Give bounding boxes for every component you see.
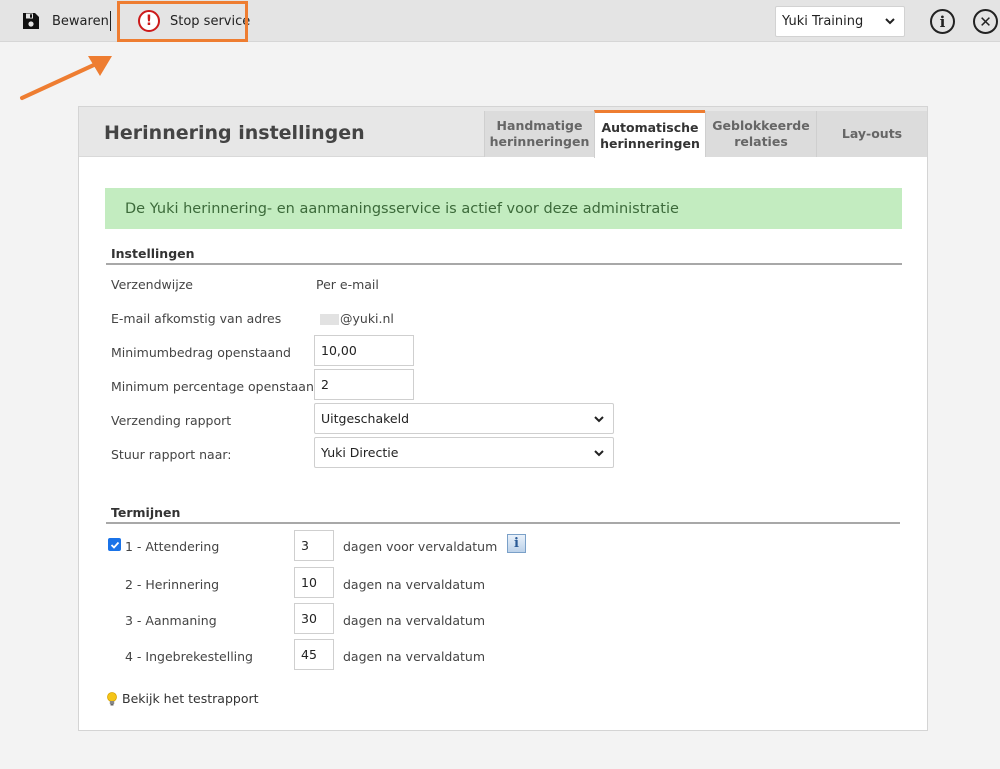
send-report-to-select[interactable]: Yuki Directie xyxy=(314,437,614,468)
masked-text xyxy=(320,314,339,325)
report-sending-select[interactable]: Uitgeschakeld xyxy=(314,403,614,434)
term-3-suffix: dagen na vervaldatum xyxy=(343,613,486,628)
tab-label-line1: Geblokkeerde xyxy=(712,118,810,133)
tab-label-line2: relaties xyxy=(734,134,788,149)
status-banner: De Yuki herinnering- en aanmaningsservic… xyxy=(105,188,902,229)
tab-blocked-relations[interactable]: Geblokkeerde relaties xyxy=(705,111,816,157)
tab-automatic-reminders[interactable]: Automatische herinneringen xyxy=(594,110,705,158)
view-test-report-link[interactable]: Bekijk het testrapport xyxy=(106,691,259,706)
send-report-to-value: Yuki Directie xyxy=(321,445,399,460)
attendering-checkbox[interactable] xyxy=(108,538,121,551)
close-icon[interactable]: ✕ xyxy=(973,9,998,34)
term-3-label: 3 - Aanmaning xyxy=(125,613,217,628)
tab-label-line1: Handmatige xyxy=(496,118,583,133)
pointer-arrow-annotation xyxy=(20,56,112,100)
tab-label-line1: Automatische xyxy=(601,119,699,135)
report-sending-label: Verzending rapport xyxy=(111,413,232,428)
email-from-value: @yuki.nl xyxy=(320,311,394,326)
term-1-days-input[interactable]: 3 xyxy=(294,530,334,561)
administration-select[interactable]: Yuki Training xyxy=(775,6,905,37)
term-4-days-input[interactable]: 45 xyxy=(294,639,334,670)
stop-service-highlight xyxy=(117,1,248,42)
save-button-label: Bewaren xyxy=(52,13,109,29)
terms-divider xyxy=(106,522,900,524)
min-percentage-input[interactable]: 2 xyxy=(314,369,414,400)
term-4-suffix: dagen na vervaldatum xyxy=(343,649,486,664)
save-button[interactable]: Bewaren xyxy=(22,0,109,42)
min-amount-input[interactable]: 10,00 xyxy=(314,335,414,366)
info-icon[interactable]: i xyxy=(930,9,955,34)
checkmark-icon xyxy=(110,541,119,549)
send-report-to-label: Stuur rapport naar: xyxy=(111,447,232,462)
floppy-disk-icon xyxy=(23,13,39,29)
toolbar-separator xyxy=(110,11,111,31)
term-3-days-input[interactable]: 30 xyxy=(294,603,334,634)
settings-divider xyxy=(106,263,902,265)
report-sending-value: Uitgeschakeld xyxy=(321,411,410,426)
reminder-settings-panel: Herinnering instellingen Handmatige herin… xyxy=(78,106,928,731)
tab-label-line2: herinneringen xyxy=(600,135,700,151)
term-1-label: 1 - Attendering xyxy=(125,539,220,554)
tab-label-line1: Lay-outs xyxy=(841,126,903,141)
chevron-down-icon xyxy=(885,18,895,25)
min-percentage-label: Minimum percentage openstaand xyxy=(111,379,322,394)
info-icon[interactable]: i xyxy=(507,534,526,553)
verzendwijze-label: Verzendwijze xyxy=(111,277,193,292)
administration-select-value: Yuki Training xyxy=(782,14,864,29)
email-from-label: E-mail afkomstig van adres xyxy=(111,311,282,326)
chevron-down-icon xyxy=(594,416,604,423)
term-4-label: 4 - Ingebrekestelling xyxy=(125,649,253,664)
term-2-days-input[interactable]: 10 xyxy=(294,567,334,598)
tab-layouts[interactable]: Lay-outs xyxy=(816,111,927,157)
lightbulb-icon xyxy=(107,691,117,705)
terms-heading: Termijnen xyxy=(111,505,181,520)
view-test-report-label: Bekijk het testrapport xyxy=(122,691,259,706)
tab-manual-reminders[interactable]: Handmatige herinneringen xyxy=(484,111,594,157)
email-domain: @yuki.nl xyxy=(340,311,394,326)
verzendwijze-value: Per e-mail xyxy=(316,277,379,292)
chevron-down-icon xyxy=(594,450,604,457)
panel-header: Herinnering instellingen Handmatige herin… xyxy=(79,107,927,158)
page-title: Herinnering instellingen xyxy=(104,122,365,144)
term-2-suffix: dagen na vervaldatum xyxy=(343,577,486,592)
term-1-suffix: dagen voor vervaldatum xyxy=(343,539,498,554)
tab-label-line2: herinneringen xyxy=(489,134,590,149)
term-2-label: 2 - Herinnering xyxy=(125,577,220,592)
settings-heading: Instellingen xyxy=(111,246,195,261)
min-amount-label: Minimumbedrag openstaand xyxy=(111,345,291,360)
